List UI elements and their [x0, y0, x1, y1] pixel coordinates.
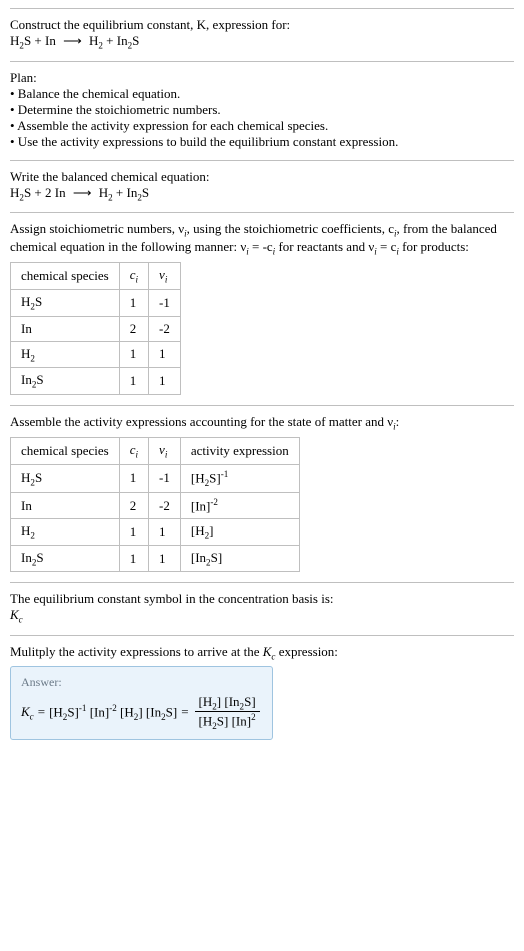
intro-section: Construct the equilibrium constant, K, e…: [10, 8, 514, 61]
plan-bullet-1: • Balance the chemical equation.: [10, 86, 514, 102]
table-row: In 2 -2: [11, 316, 181, 341]
multiply-section: Mulitply the activity expressions to arr…: [10, 635, 514, 750]
intro-equation: H2S + In ⟶ H2 + In2S: [10, 33, 514, 51]
plan-bullet-3: • Assemble the activity expression for e…: [10, 118, 514, 134]
table-header-row: chemical species ci νi activity expressi…: [11, 438, 300, 465]
balanced-heading: Write the balanced chemical equation:: [10, 169, 514, 185]
plan-section: Plan: • Balance the chemical equation. •…: [10, 61, 514, 160]
plan-bullet-4: • Use the activity expressions to build …: [10, 134, 514, 150]
kc-symbol: Kc: [10, 607, 514, 625]
balanced-equation: H2S + 2 In ⟶ H2 + In2S: [10, 185, 514, 203]
activity-table: chemical species ci νi activity expressi…: [10, 437, 300, 572]
table-row: H2 1 1: [11, 341, 181, 368]
table-row: In2S 1 1: [11, 368, 181, 395]
col-nui: νi: [149, 263, 181, 290]
table-header-row: chemical species ci νi: [11, 263, 181, 290]
intro-line1: Construct the equilibrium constant, K, e…: [10, 17, 514, 33]
balanced-section: Write the balanced chemical equation: H2…: [10, 160, 514, 213]
symbol-section: The equilibrium constant symbol in the c…: [10, 582, 514, 635]
eq-lhs: H2S + In: [10, 33, 56, 48]
answer-box: Answer: Kc = [H2S]-1 [In]-2 [H2] [In2S] …: [10, 666, 273, 741]
table-row: H2S 1 -1 [H2S]-1: [11, 464, 300, 492]
stoich-table: chemical species ci νi H2S 1 -1 In 2 -2 …: [10, 262, 181, 394]
assemble-text: Assemble the activity expressions accoun…: [10, 414, 514, 432]
assign-text: Assign stoichiometric numbers, νi, using…: [10, 221, 514, 256]
assign-section: Assign stoichiometric numbers, νi, using…: [10, 212, 514, 405]
table-row: In2S 1 1 [In2S]: [11, 545, 300, 572]
col-species: chemical species: [11, 263, 120, 290]
col-species: chemical species: [11, 438, 120, 465]
table-row: H2S 1 -1: [11, 289, 181, 316]
fraction: [H2] [In2S] [H2S] [In]2: [195, 694, 260, 732]
table-row: In 2 -2 [In]-2: [11, 492, 300, 518]
plan-bullet-2: • Determine the stoichiometric numbers.: [10, 102, 514, 118]
col-nui: νi: [149, 438, 181, 465]
arrow-icon: ⟶: [59, 33, 86, 48]
multiply-text: Mulitply the activity expressions to arr…: [10, 644, 514, 662]
eq-rhs: H2 + In2S: [89, 33, 139, 48]
col-ci: ci: [119, 438, 148, 465]
numerator: [H2] [In2S]: [195, 694, 260, 713]
symbol-line: The equilibrium constant symbol in the c…: [10, 591, 514, 607]
col-ci: ci: [119, 263, 148, 290]
arrow-icon: ⟶: [69, 185, 96, 200]
kc-expression: Kc = [H2S]-1 [In]-2 [H2] [In2S] = [H2] […: [21, 694, 262, 732]
assemble-section: Assemble the activity expressions accoun…: [10, 405, 514, 583]
col-activity: activity expression: [180, 438, 299, 465]
plan-heading: Plan:: [10, 70, 514, 86]
table-row: H2 1 1 [H2]: [11, 519, 300, 546]
denominator: [H2S] [In]2: [195, 712, 260, 731]
answer-label: Answer:: [21, 675, 262, 690]
